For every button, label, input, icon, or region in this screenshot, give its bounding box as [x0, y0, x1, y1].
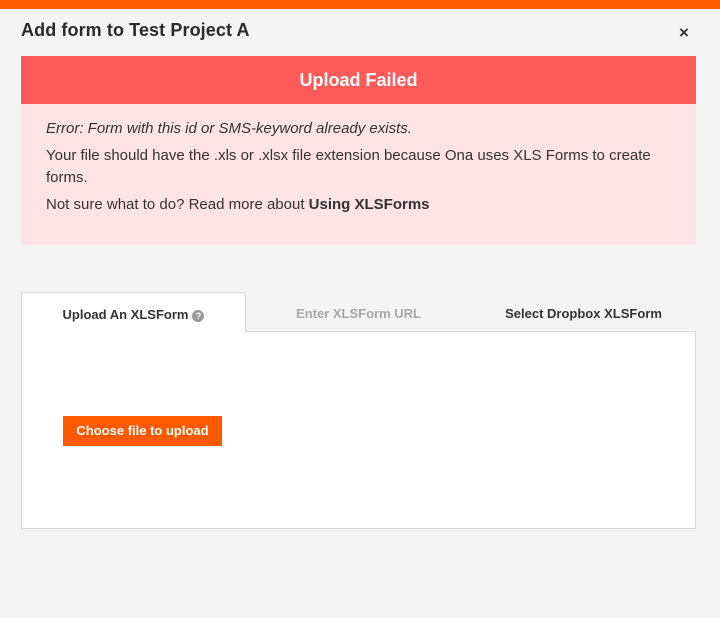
modal-title: Add form to Test Project A — [21, 20, 250, 40]
close-button[interactable]: × — [672, 21, 696, 45]
choose-file-button[interactable]: Choose file to upload — [63, 416, 222, 446]
top-accent-bar — [0, 0, 720, 9]
help-line: Not sure what to do? Read more about Usi… — [46, 194, 672, 216]
tab-upload-xlsform-label: Upload An XLSForm — [62, 307, 189, 322]
file-extension-info: Your file should have the .xls or .xlsx … — [46, 147, 651, 186]
tab-select-dropbox-xlsform[interactable]: Select Dropbox XLSForm — [471, 292, 696, 332]
upload-failed-banner: Upload Failed — [21, 56, 696, 104]
tab-upload-xlsform[interactable]: Upload An XLSForm? — [21, 292, 246, 333]
help-prefix: Not sure what to do? Read more about — [46, 196, 309, 213]
using-xlsforms-link[interactable]: Using XLSForms — [309, 196, 430, 213]
modal-header: Add form to Test Project A × — [0, 9, 720, 55]
tab-enter-xlsform-url[interactable]: Enter XLSForm URL — [246, 292, 471, 332]
error-message-box: Error: Form with this id or SMS-keyword … — [21, 104, 696, 245]
upload-method-tabs: Upload An XLSForm? Enter XLSForm URL Sel… — [21, 292, 696, 333]
error-text: Error: Form with this id or SMS-keyword … — [46, 120, 412, 137]
help-icon[interactable]: ? — [192, 310, 205, 322]
upload-tab-panel: Choose file to upload — [21, 331, 696, 529]
